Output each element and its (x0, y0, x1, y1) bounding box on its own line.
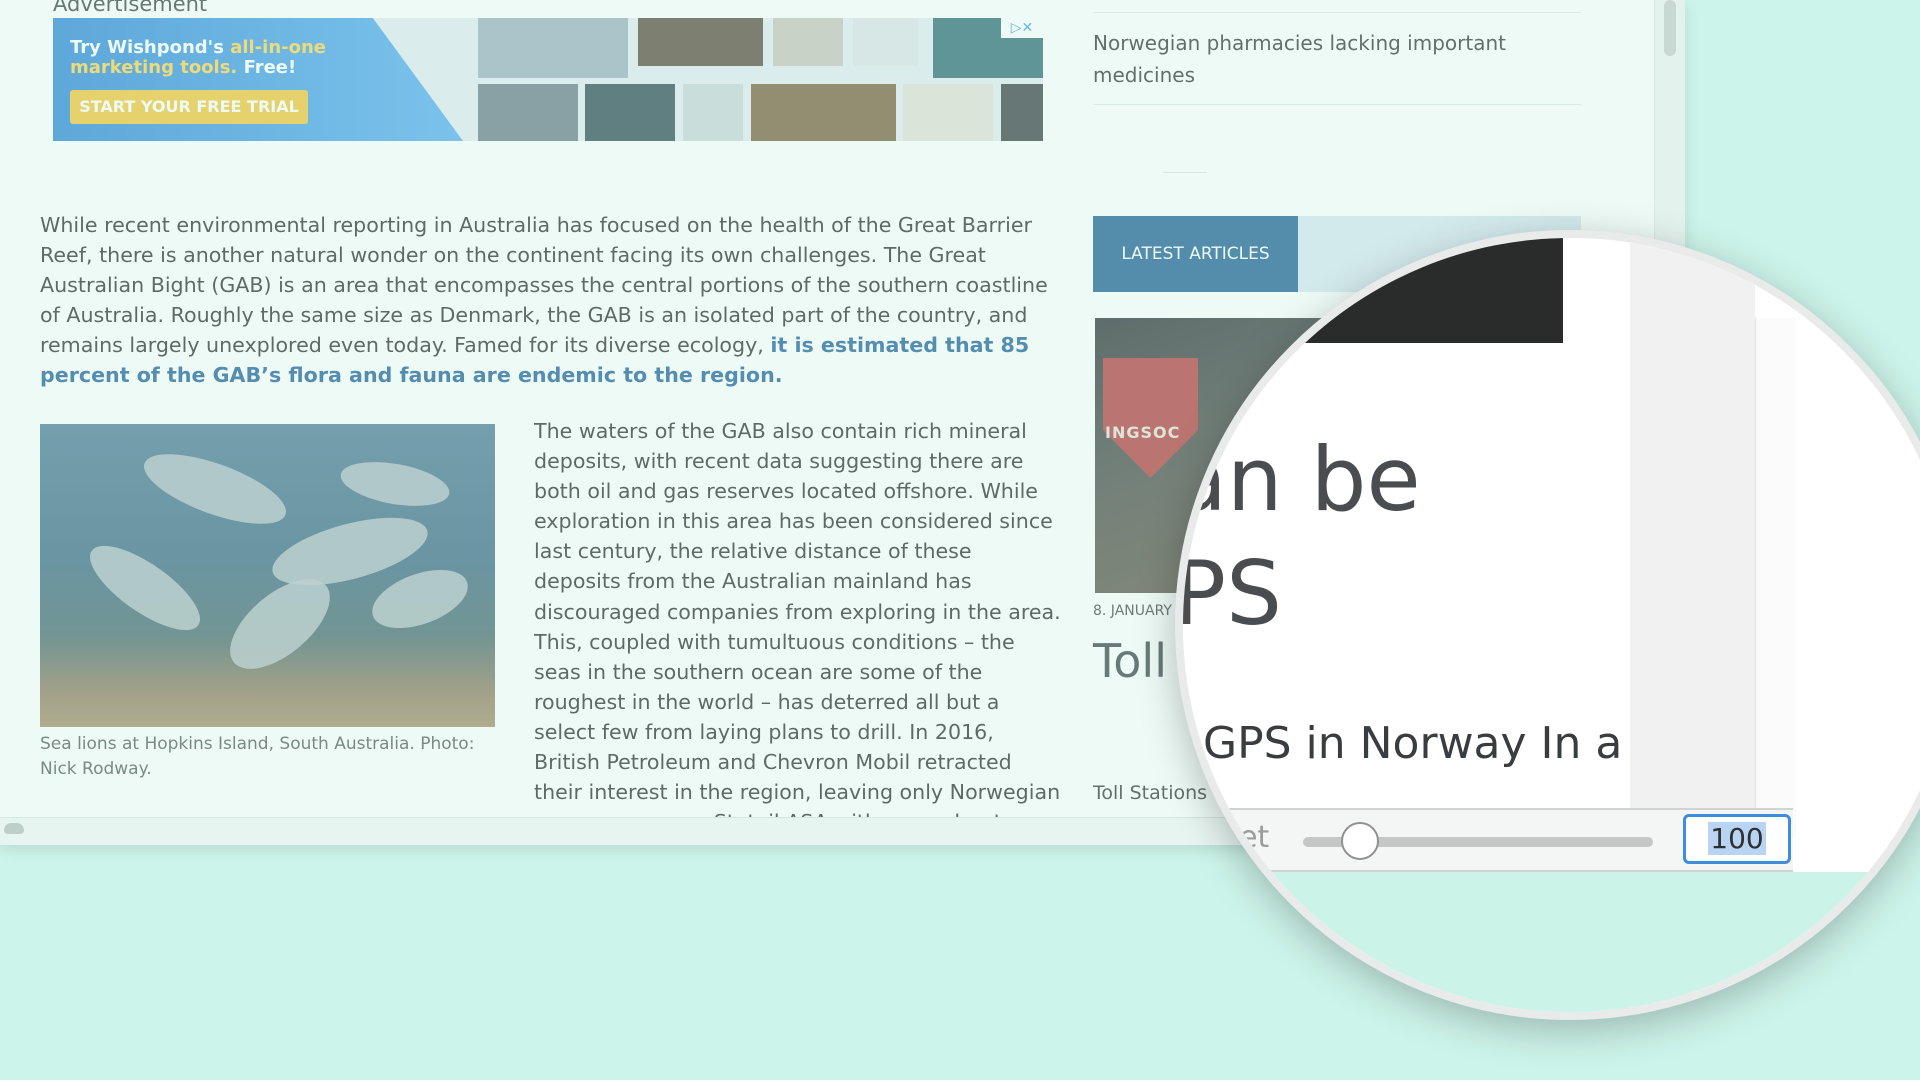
magnified-scrollbar (1755, 318, 1796, 838)
magnified-gutter (1630, 238, 1755, 838)
zoom-bar: eset 100 (1183, 808, 1793, 872)
magnifier-lens: an be PS GPS in Norway In a eset 100 (1175, 230, 1920, 1020)
magnified-image-edge (1183, 238, 1563, 343)
scrollbar-thumb[interactable] (1664, 0, 1676, 56)
sidebar-dash (1163, 172, 1207, 173)
sidebar-article-date: 8. JANUARY (1093, 603, 1172, 619)
reset-zoom-button[interactable]: eset (1205, 820, 1269, 855)
ad-banner[interactable]: Try Wishpond's all-in-one marketing tool… (53, 18, 1043, 141)
article-paragraph-1: While recent environmental reporting in … (40, 213, 1048, 387)
zoom-level-input[interactable]: 100 (1683, 814, 1791, 864)
ad-headline: Try Wishpond's all-in-one marketing tool… (70, 37, 326, 78)
magnified-desktop (1183, 872, 1920, 1012)
zoom-slider-knob[interactable] (1341, 822, 1379, 860)
photo-caption: Sea lions at Hopkins Island, South Austr… (40, 734, 475, 779)
ingsoc-sign: INGSOC (1105, 423, 1181, 442)
magnified-subtitle: GPS in Norway In a (1203, 718, 1623, 769)
magnified-title: an be PS (1175, 428, 1421, 645)
ad-label: Advertisement (53, 0, 208, 16)
sidebar-divider (1093, 104, 1581, 105)
article-paragraph-2: The waters of the GAB also contain rich … (534, 419, 1061, 818)
cloud-icon (4, 823, 24, 834)
ad-choices-icon[interactable]: ▷✕ (1001, 18, 1043, 38)
sea-lions-photo (40, 424, 495, 727)
ad-cta-button[interactable]: START YOUR FREE TRIAL (70, 90, 308, 124)
sidebar-divider (1093, 12, 1581, 13)
sidebar-headline-link[interactable]: Norwegian pharmacies lacking important m… (1093, 27, 1523, 91)
